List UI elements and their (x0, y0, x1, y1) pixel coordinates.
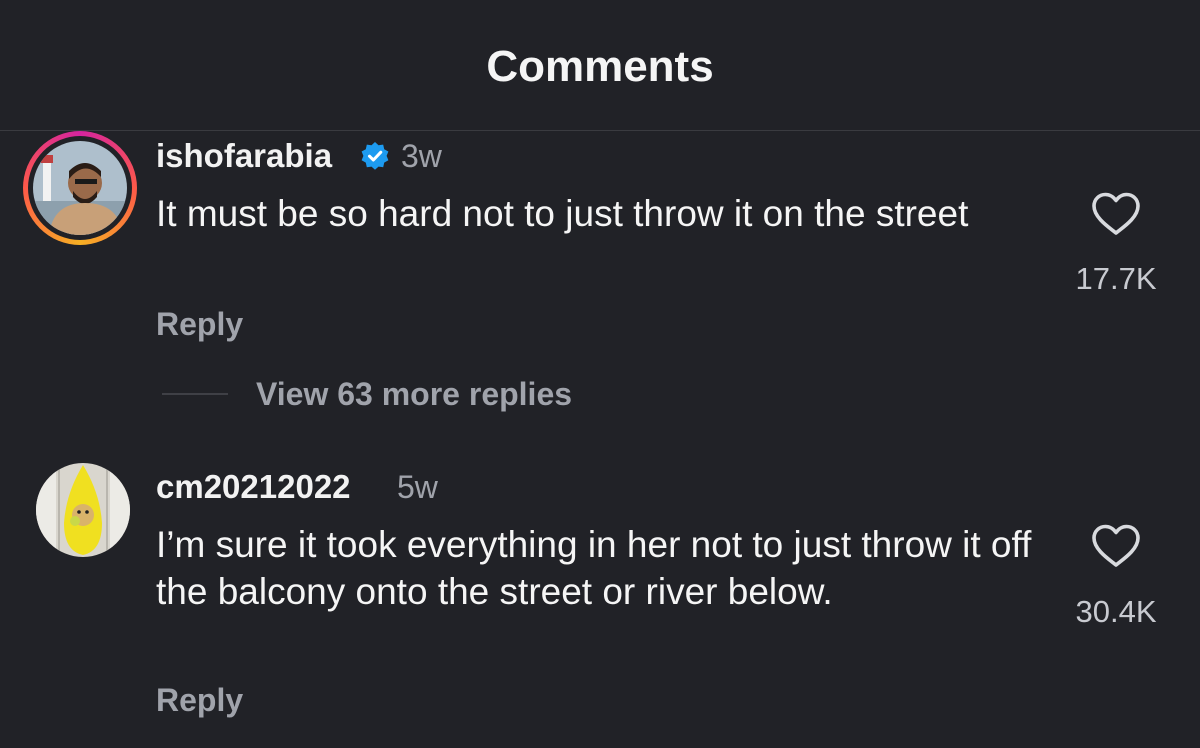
replies-divider (162, 393, 228, 395)
comment-item: cm20212022 5w I’m sure it took everythin… (0, 455, 1200, 748)
comments-sheet: Comments ishofarabia 3w It must be so ha… (0, 0, 1200, 748)
comments-header: Comments (0, 0, 1200, 131)
like-count: 30.4K (1075, 594, 1157, 629)
comment-time: 5w (397, 469, 438, 505)
avatar[interactable] (36, 463, 130, 557)
like-count: 17.7K (1075, 261, 1157, 296)
comment-item: ishofarabia 3w It must be so hard not to… (0, 131, 1200, 431)
heart-outline-icon[interactable] (1090, 191, 1142, 237)
comments-title: Comments (486, 42, 714, 91)
heart-outline-icon[interactable] (1090, 523, 1142, 569)
comment-username[interactable]: cm20212022 (156, 468, 351, 506)
comment-text: I’m sure it took everything in her not t… (156, 524, 1032, 612)
comment-text: It must be so hard not to just throw it … (156, 193, 969, 234)
reply-button[interactable]: Reply (156, 306, 243, 343)
comment-username[interactable]: ishofarabia (156, 137, 332, 175)
avatar[interactable] (33, 141, 127, 235)
comment-time: 3w (401, 138, 442, 174)
reply-button[interactable]: Reply (156, 682, 243, 719)
story-ring[interactable] (23, 131, 137, 245)
view-more-replies-button[interactable]: View 63 more replies (256, 376, 572, 413)
verified-badge-icon (361, 142, 389, 170)
